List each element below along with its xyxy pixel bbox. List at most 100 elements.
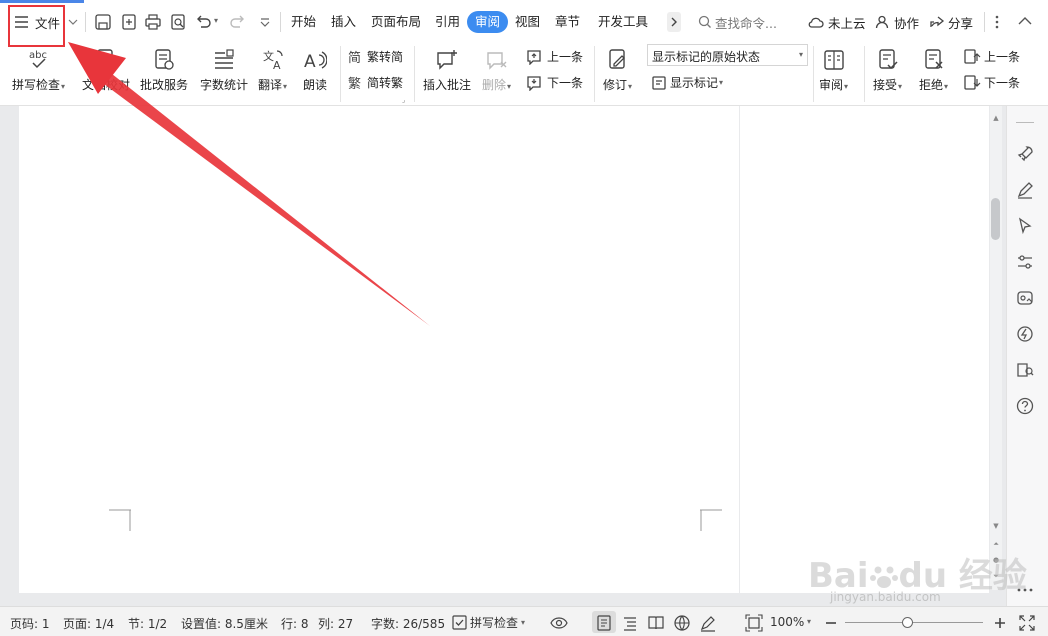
group-expand-icon[interactable]: ⌟: [402, 96, 405, 104]
checkbox-checked-icon: [452, 615, 467, 630]
sliders-icon[interactable]: [1015, 252, 1035, 272]
next-change-button[interactable]: 下一条: [963, 74, 1020, 91]
more-tabs-button[interactable]: [667, 12, 681, 32]
zoom-out-icon[interactable]: [822, 614, 840, 632]
divider: [340, 46, 341, 102]
status-row[interactable]: 行: 8: [281, 615, 309, 632]
zoom-slider-track[interactable]: [845, 622, 983, 623]
divider: [85, 12, 86, 32]
rocket-icon[interactable]: [1015, 144, 1035, 164]
word-count-icon: [215, 49, 234, 69]
status-pages[interactable]: 页面: 1/4: [63, 615, 114, 632]
tab-home[interactable]: 开始: [291, 11, 316, 33]
simp-to-trad-label: 简转繁: [367, 76, 404, 90]
divider: [984, 12, 985, 32]
status-page-number[interactable]: 页码: 1: [10, 615, 50, 632]
status-spell-check-button[interactable]: 拼写检查 ▾: [452, 614, 525, 631]
vertical-scrollbar[interactable]: [990, 106, 1002, 590]
trad-to-simp-button[interactable]: 简 繁转简: [348, 48, 403, 65]
prev-comment-button[interactable]: 上一条: [526, 48, 583, 65]
export-pdf-icon[interactable]: [120, 13, 138, 31]
share-button[interactable]: 分享: [929, 10, 973, 34]
track-changes-button[interactable]: 修订▾: [603, 46, 632, 93]
watermark-url: jingyan.baidu.com: [830, 590, 941, 604]
scroll-up-icon[interactable]: ▲: [990, 114, 1002, 122]
save-icon[interactable]: [94, 13, 112, 31]
next-comment-icon: [527, 75, 541, 91]
image-tools-icon[interactable]: [1015, 288, 1035, 308]
tab-view[interactable]: 视图: [515, 11, 540, 33]
read-aloud-button[interactable]: A 朗读: [303, 46, 327, 93]
delete-comment-button[interactable]: 删除▾: [482, 46, 511, 93]
pen-icon[interactable]: [1015, 180, 1035, 200]
translate-button[interactable]: 文A 翻译▾: [258, 46, 287, 93]
correction-service-button[interactable]: 批改服务: [140, 46, 188, 93]
fullscreen-icon[interactable]: [1018, 614, 1036, 632]
status-word-count[interactable]: 字数: 26/585: [371, 615, 445, 632]
lightning-icon[interactable]: [1015, 324, 1035, 344]
reading-view-icon[interactable]: [647, 614, 665, 632]
outline-view-icon[interactable]: [621, 614, 639, 632]
tab-chapter[interactable]: 章节: [555, 11, 580, 33]
markup-display-value: 显示标记的原始状态: [652, 50, 761, 64]
show-markup-label: 显示标记: [670, 76, 719, 90]
review-pane-button[interactable]: 审阅▾: [819, 46, 848, 93]
tab-page-layout[interactable]: 页面布局: [371, 11, 421, 33]
caret-down-icon: ▾: [898, 82, 903, 91]
review-pane-icon: [823, 50, 844, 70]
search-icon: [698, 15, 711, 28]
next-comment-button[interactable]: 下一条: [526, 74, 583, 91]
caret-down-icon: ▾: [521, 618, 526, 627]
show-markup-button[interactable]: 显示标记 ▾: [651, 74, 723, 91]
accept-button[interactable]: 接受▾: [873, 46, 902, 93]
help-icon[interactable]: [1015, 396, 1035, 416]
reject-button[interactable]: 拒绝▾: [919, 46, 948, 93]
print-preview-icon[interactable]: [169, 13, 187, 31]
undo-icon[interactable]: [194, 13, 212, 31]
tab-references[interactable]: 引用: [435, 11, 460, 33]
book-search-icon[interactable]: [1015, 360, 1035, 380]
read-aloud-label: 朗读: [303, 78, 328, 92]
correction-service-icon: [155, 49, 174, 70]
scrollbar-thumb[interactable]: [991, 198, 1000, 240]
more-options-icon[interactable]: [994, 14, 1000, 30]
document-area: [0, 106, 1006, 606]
redo-icon[interactable]: [229, 13, 247, 31]
eye-protection-icon[interactable]: [550, 614, 568, 632]
status-section[interactable]: 节: 1/2: [128, 615, 167, 632]
page-view-icon[interactable]: [595, 614, 613, 632]
caret-down-icon: ▾: [844, 82, 849, 91]
markup-display-select[interactable]: 显示标记的原始状态 ▾: [647, 44, 808, 66]
cloud-status-button[interactable]: 未上云: [807, 10, 866, 34]
print-icon[interactable]: [144, 13, 162, 31]
doc-compare-button[interactable]: a 文档校对: [82, 46, 130, 93]
command-search[interactable]: 查找命令...: [698, 12, 777, 32]
status-column[interactable]: 列: 27: [318, 615, 353, 632]
simp-to-trad-button[interactable]: 繁 简转繁: [348, 74, 403, 91]
web-view-icon[interactable]: [673, 614, 691, 632]
svg-text:A: A: [304, 52, 316, 72]
zoom-dropdown-icon[interactable]: ▾: [807, 617, 811, 626]
insert-comment-icon: [437, 50, 457, 70]
collaborate-button[interactable]: 协作: [875, 10, 919, 34]
zoom-in-icon[interactable]: [991, 614, 1009, 632]
writing-mode-icon[interactable]: [699, 614, 717, 632]
prev-change-button[interactable]: 上一条: [963, 48, 1020, 65]
spell-check-button[interactable]: abc 拼写检查▾: [12, 46, 65, 93]
cloud-status-label: 未上云: [828, 15, 866, 31]
customize-toolbar-icon[interactable]: [256, 13, 274, 31]
user-icon: [875, 15, 889, 29]
cursor-icon[interactable]: [1015, 216, 1035, 236]
tab-review[interactable]: 审阅: [467, 11, 509, 33]
tab-insert[interactable]: 插入: [331, 11, 356, 33]
status-setting-value[interactable]: 设置值: 8.5厘米: [181, 615, 268, 632]
zoom-level[interactable]: 100%: [770, 615, 804, 629]
undo-dropdown-icon[interactable]: ▾: [214, 16, 218, 25]
fit-page-icon[interactable]: [745, 614, 763, 632]
insert-comment-button[interactable]: 插入批注: [423, 46, 471, 93]
word-count-button[interactable]: 字数统计: [200, 46, 248, 93]
collapse-ribbon-icon[interactable]: [1018, 15, 1032, 27]
tab-developer[interactable]: 开发工具: [598, 11, 648, 33]
scroll-down-icon[interactable]: ▼: [990, 522, 1002, 530]
zoom-slider-thumb[interactable]: [902, 617, 914, 628]
